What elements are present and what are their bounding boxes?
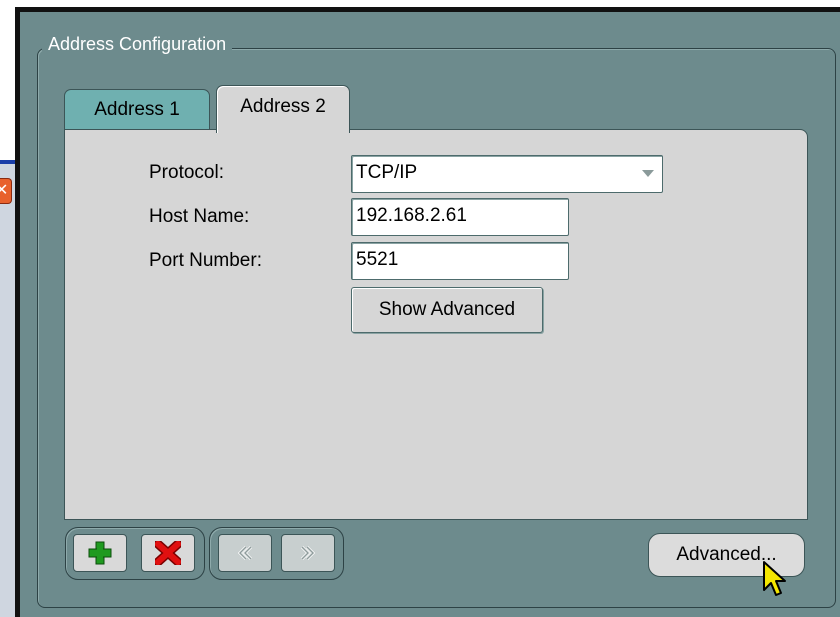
- add-address-button[interactable]: [73, 534, 127, 572]
- group-title: Address Configuration: [42, 34, 233, 55]
- chevron-left-icon: [237, 545, 253, 561]
- remove-address-button[interactable]: [141, 534, 195, 572]
- navigation-button-group: [209, 527, 344, 580]
- protocol-select[interactable]: TCP/IP: [351, 155, 663, 193]
- next-address-button[interactable]: [281, 534, 335, 572]
- show-advanced-button[interactable]: Show Advanced: [351, 287, 543, 333]
- host-name-input[interactable]: 192.168.2.61: [351, 198, 569, 236]
- close-icon: ✕: [0, 182, 8, 199]
- tab-panel: Protocol: TCP/IP Host Name: 192.168.2.61…: [64, 129, 808, 520]
- chevron-right-icon: [300, 545, 316, 561]
- add-remove-button-group: [65, 527, 205, 580]
- chevron-down-icon: [642, 170, 654, 177]
- protocol-value: TCP/IP: [356, 162, 418, 183]
- protocol-label: Protocol:: [149, 162, 224, 183]
- x-icon: [155, 541, 181, 565]
- tab-address-1[interactable]: Address 1: [64, 89, 210, 131]
- tab-address-2[interactable]: Address 2: [216, 85, 350, 133]
- mouse-cursor-icon: [762, 560, 788, 605]
- host-name-label: Host Name:: [149, 206, 250, 227]
- background-close-button[interactable]: ✕: [0, 178, 12, 204]
- plus-icon: [88, 541, 112, 565]
- previous-address-button[interactable]: [218, 534, 272, 572]
- port-number-label: Port Number:: [149, 250, 262, 271]
- port-number-input[interactable]: 5521: [351, 242, 569, 280]
- address-configuration-dialog: Address Configuration Address 1 Address …: [15, 7, 840, 617]
